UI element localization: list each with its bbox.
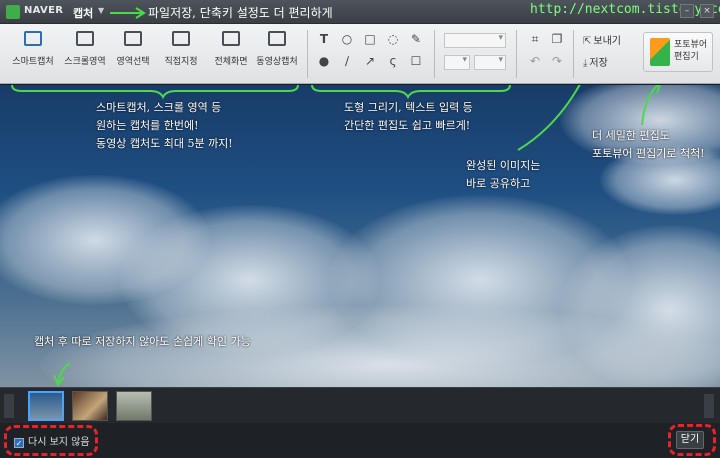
text-tool-icon[interactable]: T	[317, 32, 331, 46]
fullscreen-icon	[222, 31, 240, 46]
scroll-area-icon	[76, 31, 94, 46]
video-capture-icon	[268, 31, 286, 46]
copy-icon[interactable]: ❐	[550, 32, 564, 46]
font-size-select[interactable]	[444, 55, 470, 70]
speech-bubble-tool-icon[interactable]: ◌	[386, 32, 400, 46]
highlight-frame	[4, 425, 98, 456]
note-line: 더 세밀한 편집도	[592, 129, 670, 142]
tool-label: 영역선택	[116, 57, 150, 67]
tool-video-capture[interactable]: 동영상캡처	[252, 28, 302, 68]
capture-history-strip	[0, 387, 720, 423]
highlighter-tool-icon[interactable]: ✎	[409, 32, 423, 46]
undo-icon[interactable]: ↶	[528, 54, 542, 68]
scroll-left-button[interactable]	[4, 394, 14, 418]
save-button[interactable]: ⤓ 저장	[583, 54, 608, 69]
photo-editor-label: 포토뷰어 편집기	[674, 40, 708, 62]
photo-editor-button[interactable]: 포토뷰어 편집기	[643, 32, 713, 72]
history-thumbnail[interactable]	[116, 391, 152, 421]
area-select-icon	[124, 31, 142, 46]
tool-label: 전체화면	[214, 57, 248, 67]
history-thumbnail[interactable]	[28, 391, 64, 421]
note-line: 스마트캡처, 스크롤 영역 등	[96, 101, 222, 114]
tool-label: 스마트캡처	[12, 57, 54, 67]
ellipse-tool-icon[interactable]: ○	[340, 32, 354, 46]
note-line: 완성된 이미지는	[466, 159, 541, 172]
toolbar: 스마트캡처 스크롤영역 영역선택 직접지정 전체화면 동영상캡처 T ○ □ ◌…	[0, 24, 720, 84]
naver-logo-icon	[6, 5, 20, 19]
send-button[interactable]: ⇱ 보내기	[583, 32, 621, 47]
close-window-icon[interactable]: ×	[700, 4, 714, 18]
detail-edit-note: 더 세밀한 편집도 포토뷰어 편집기로 척척!	[592, 127, 705, 163]
app-menu-chevron-down-icon[interactable]: ▼	[98, 6, 104, 15]
line-tool-icon[interactable]: ∕	[340, 54, 354, 68]
status-bar: ✓ 다시 보지 않음 닫기	[0, 423, 720, 458]
toolbar-divider	[516, 30, 517, 78]
brand-label: NAVER	[24, 5, 64, 16]
arrow-tool-icon[interactable]: ↗	[363, 54, 377, 68]
share-note: 완성된 이미지는 바로 공유하고	[466, 157, 540, 193]
tool-label: 스크롤영역	[64, 57, 106, 67]
download-icon: ⤓	[583, 58, 588, 69]
save-label: 저장	[589, 58, 608, 69]
note-line: 도형 그리기, 텍스트 입력 등	[344, 101, 473, 114]
crop-icon[interactable]: ⌗	[528, 32, 542, 46]
tool-direct-select[interactable]: 직접지정	[156, 28, 206, 68]
note-line: 포토뷰어 편집기로 척척!	[592, 147, 705, 160]
tool-smart-capture[interactable]: 스마트캡처	[8, 28, 58, 68]
toolbar-divider	[307, 30, 308, 78]
photo-editor-icon	[650, 38, 670, 66]
rectangle-tool-icon[interactable]: □	[363, 32, 377, 46]
line-width-select[interactable]	[474, 55, 506, 70]
note-line: 간단한 편집도 쉽고 빠르게!	[344, 119, 471, 132]
smart-capture-icon	[24, 31, 42, 46]
capture-preview: 스마트캡처, 스크롤 영역 등 원하는 캡처를 한번에! 동영상 캡처도 최대 …	[0, 85, 720, 387]
toolbar-divider	[573, 30, 574, 78]
pen-tool-icon[interactable]: ς	[386, 54, 400, 68]
title-annotation: 파일저장, 단축키 설정도 더 편리하게	[148, 6, 333, 20]
direct-select-icon	[172, 31, 190, 46]
history-thumbnail[interactable]	[72, 391, 108, 421]
scroll-right-button[interactable]	[704, 394, 714, 418]
minimize-icon[interactable]: –	[680, 4, 694, 18]
window-controls: – ×	[680, 4, 714, 18]
capture-note: 스마트캡처, 스크롤 영역 등 원하는 캡처를 한번에! 동영상 캡처도 최대 …	[96, 99, 233, 153]
share-icon: ⇱	[583, 36, 592, 47]
note-line: 바로 공유하고	[466, 177, 531, 190]
history-note: 캡처 후 따로 저장하지 않아도 손쉽게 확인 가능	[34, 335, 251, 348]
tool-label: 동영상캡처	[256, 57, 298, 67]
tool-area-select[interactable]: 영역선택	[108, 28, 158, 68]
note-line: 동영상 캡처도 최대 5분 까지!	[96, 137, 233, 150]
toolbar-divider	[434, 30, 435, 78]
font-family-select[interactable]	[444, 33, 506, 48]
highlight-frame	[668, 424, 716, 456]
stamp-tool-icon[interactable]: ☐	[409, 54, 423, 68]
arrow-annotation-icon	[110, 7, 146, 19]
send-label: 보내기	[593, 36, 621, 47]
redo-icon[interactable]: ↷	[550, 54, 564, 68]
app-title: 캡처	[73, 7, 94, 20]
tool-label: 직접지정	[164, 57, 198, 67]
tool-scroll-area[interactable]: 스크롤영역	[60, 28, 110, 68]
mosaic-tool-icon[interactable]: ●	[317, 54, 331, 68]
note-line: 원하는 캡처를 한번에!	[96, 119, 199, 132]
title-bar: NAVER 캡처 ▼ 파일저장, 단축키 설정도 더 편리하게 http://n…	[0, 0, 720, 24]
tool-fullscreen[interactable]: 전체화면	[206, 28, 256, 68]
editing-note: 도형 그리기, 텍스트 입력 등 간단한 편집도 쉽고 빠르게!	[344, 99, 473, 135]
